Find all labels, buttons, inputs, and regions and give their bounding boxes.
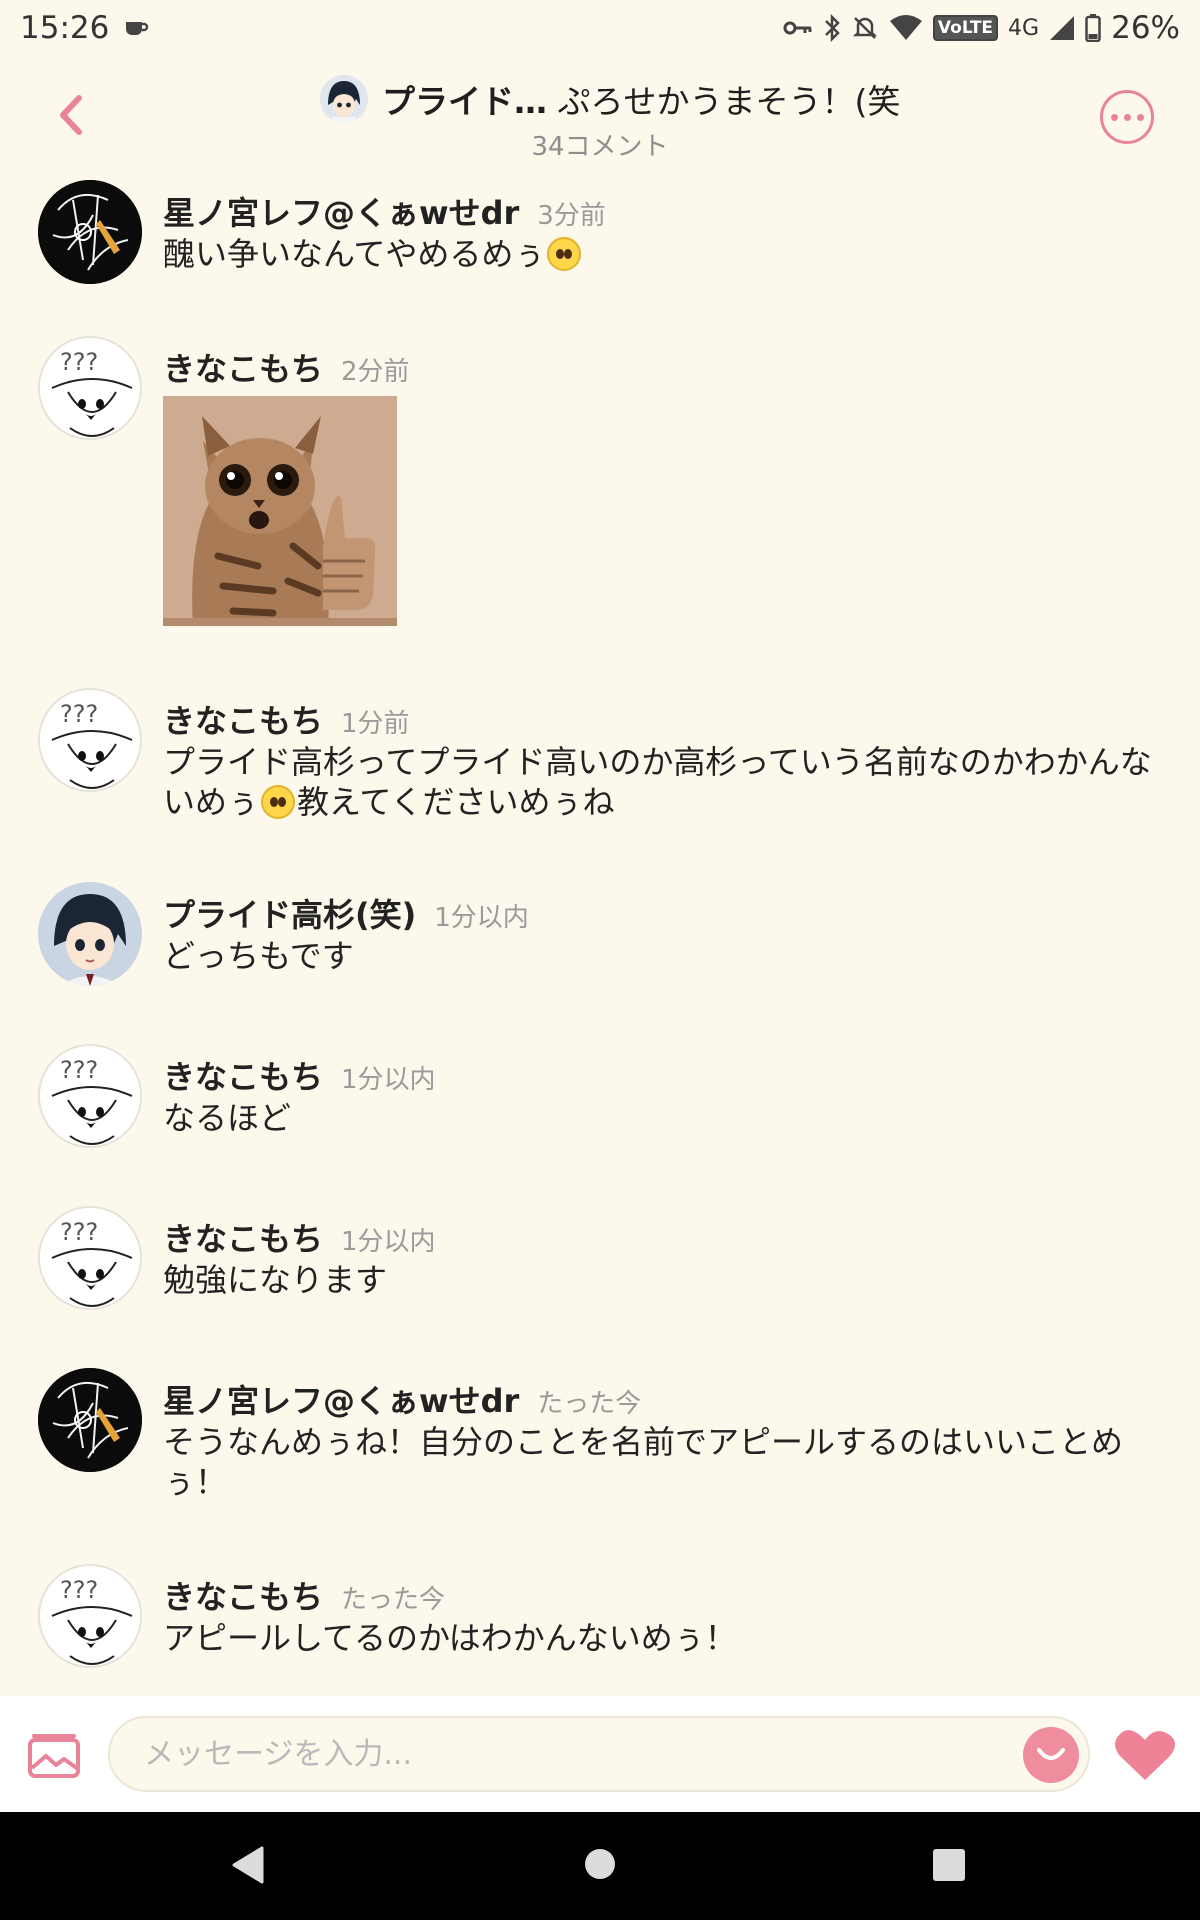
battery-level: 26% bbox=[1111, 10, 1180, 46]
comment-header: きなこもち 2分前 bbox=[163, 344, 1163, 388]
chat-header: プライド… ぷろせかうまそう！(笑 34コメント bbox=[0, 56, 1200, 174]
comment-author[interactable]: きなこもち bbox=[163, 1214, 323, 1260]
comment-author[interactable]: プライド高杉(笑) bbox=[163, 890, 416, 936]
avatar[interactable]: ??? bbox=[38, 688, 142, 792]
nav-back-button[interactable] bbox=[230, 1846, 264, 1884]
emoji-button[interactable] bbox=[1023, 1727, 1079, 1783]
bell-off-icon bbox=[851, 14, 879, 42]
comment-body: 星ノ宮レフ@くぁwせdr 3分前 醜い争いなんてやめるめぅ bbox=[163, 188, 1163, 274]
avatar[interactable] bbox=[38, 180, 142, 284]
comment-body: きなこもち 1分以内 勉強になります bbox=[163, 1214, 1163, 1300]
more-dot-icon bbox=[1123, 113, 1131, 121]
comment-body: きなこもち 1分前 プライド高杉ってプライド高いのか高杉っていう名前なのかわかん… bbox=[163, 696, 1163, 822]
comment-text-part: 教えてくださいめぅね bbox=[297, 783, 615, 821]
comment-text: どっちもです bbox=[163, 937, 354, 975]
status-bar: 15:26 VoLTE 4G 26% bbox=[0, 0, 1200, 56]
chat-screen: 15:26 VoLTE 4G 26% プライド… ぷろせかうまそう！(笑 34コ… bbox=[0, 0, 1200, 1920]
cat-thumbs-up-image[interactable] bbox=[163, 396, 397, 626]
title-avatar bbox=[320, 75, 368, 123]
nav-home-button[interactable] bbox=[584, 1848, 616, 1880]
triangle-back-icon bbox=[232, 1846, 264, 1884]
comment-author[interactable]: きなこもち bbox=[163, 344, 323, 390]
svg-text:???: ??? bbox=[60, 700, 98, 728]
svg-text:???: ??? bbox=[60, 1576, 98, 1604]
comment-time: 1分以内 bbox=[434, 903, 529, 933]
cup-icon bbox=[123, 17, 149, 39]
svg-text:???: ??? bbox=[60, 1056, 98, 1084]
title-text: プライド… ぷろせかうまそう！(笑 bbox=[382, 75, 900, 123]
pleading-face-icon bbox=[261, 785, 296, 819]
smile-icon bbox=[1037, 1748, 1065, 1760]
status-left: 15:26 bbox=[20, 10, 149, 46]
title-name: プライド… bbox=[382, 82, 547, 121]
home-circle-icon bbox=[585, 1849, 615, 1879]
comment-body: 星ノ宮レフ@くぁwせdr たった今 そうなんめぅね！自分のことを名前でアピールす… bbox=[163, 1376, 1163, 1502]
heart-icon bbox=[1115, 1730, 1176, 1780]
more-dot-icon bbox=[1110, 113, 1118, 121]
comment-text: なるほど bbox=[163, 1099, 292, 1137]
avatar[interactable] bbox=[38, 1368, 142, 1472]
avatar[interactable]: ??? bbox=[38, 1564, 142, 1668]
comment-time: 1分以内 bbox=[341, 1065, 436, 1095]
key-icon bbox=[783, 18, 813, 38]
message-input[interactable] bbox=[108, 1716, 1090, 1792]
comment-body: プライド高杉(笑) 1分以内 どっちもです bbox=[163, 890, 1163, 976]
comment-count: 34コメント bbox=[531, 132, 669, 162]
comment-header: きなこもち 1分前 bbox=[163, 696, 1163, 740]
comment-body: きなこもち たった今 アピールしてるのかはわかんないめぅ！ bbox=[163, 1572, 1163, 1658]
status-time: 15:26 bbox=[20, 10, 110, 46]
comment-header: プライド高杉(笑) 1分以内 bbox=[163, 890, 1163, 934]
nav-recents-button[interactable] bbox=[932, 1848, 966, 1882]
comment-time: 1分以内 bbox=[341, 1227, 436, 1257]
comment-header: 星ノ宮レフ@くぁwせdr たった今 bbox=[163, 1376, 1163, 1420]
comment-text: そうなんめぅね！自分のことを名前でアピールするのはいいことめぅ！ bbox=[163, 1423, 1124, 1501]
bluetooth-icon bbox=[823, 14, 841, 42]
comment-author[interactable]: きなこもち bbox=[163, 696, 323, 742]
signal-icon bbox=[1049, 15, 1075, 41]
comment-text: アピールしてるのかはわかんないめぅ！ bbox=[163, 1619, 737, 1657]
avatar[interactable]: ??? bbox=[38, 1206, 142, 1310]
pleading-face-icon bbox=[547, 237, 582, 271]
comment-time: たった今 bbox=[537, 1389, 642, 1419]
comment-time: たった今 bbox=[341, 1585, 446, 1615]
comment-text: プライド高杉ってプライド高いのか高杉っていう名前なのかわかんないめぅ 教えてくださ… bbox=[163, 742, 1163, 822]
comment-author[interactable]: 星ノ宮レフ@くぁwせdr bbox=[163, 188, 519, 234]
title-topic: ぷろせかうまそう！(笑 bbox=[557, 82, 901, 121]
image-icon bbox=[28, 1734, 80, 1778]
battery-icon bbox=[1085, 14, 1101, 42]
comment-body: きなこもち 1分以内 なるほど bbox=[163, 1052, 1163, 1138]
comment-time: 3分前 bbox=[537, 201, 606, 231]
status-right: VoLTE 4G 26% bbox=[783, 10, 1180, 46]
comment-header: きなこもち たった今 bbox=[163, 1572, 1163, 1616]
avatar[interactable] bbox=[38, 882, 142, 986]
comment-text-part: 醜い争いなんてやめるめぅ bbox=[163, 235, 546, 273]
comment-author[interactable]: きなこもち bbox=[163, 1052, 323, 1098]
comment-author[interactable]: きなこもち bbox=[163, 1572, 323, 1618]
volte-badge: VoLTE bbox=[932, 15, 999, 41]
wifi-icon bbox=[889, 15, 923, 41]
comment-author[interactable]: 星ノ宮レフ@くぁwせdr bbox=[163, 1376, 519, 1422]
comment-header: きなこもち 1分以内 bbox=[163, 1214, 1163, 1258]
comment-time: 1分前 bbox=[341, 709, 410, 739]
avatar[interactable]: ??? bbox=[38, 1044, 142, 1148]
svg-text:???: ??? bbox=[60, 348, 98, 376]
network-type: 4G bbox=[1008, 15, 1040, 41]
recents-square-icon bbox=[933, 1849, 965, 1881]
comment-text: 醜い争いなんてやめるめぅ bbox=[163, 234, 1163, 274]
more-dot-icon bbox=[1136, 113, 1144, 121]
comment-header: きなこもち 1分以内 bbox=[163, 1052, 1163, 1096]
comment-header: 星ノ宮レフ@くぁwせdr 3分前 bbox=[163, 188, 1163, 232]
comment-text: 勉強になります bbox=[163, 1261, 388, 1299]
more-options-button[interactable] bbox=[1100, 90, 1154, 144]
chat-title[interactable]: プライド… ぷろせかうまそう！(笑 bbox=[320, 74, 920, 124]
comment-time: 2分前 bbox=[341, 357, 410, 387]
svg-text:???: ??? bbox=[60, 1218, 98, 1246]
like-button[interactable] bbox=[1112, 1726, 1178, 1784]
message-input-bar bbox=[0, 1696, 1200, 1812]
avatar[interactable]: ??? bbox=[38, 336, 142, 440]
system-nav-bar bbox=[0, 1812, 1200, 1920]
image-attach-button[interactable] bbox=[28, 1734, 80, 1778]
comment-body: きなこもち 2分前 bbox=[163, 344, 1163, 626]
